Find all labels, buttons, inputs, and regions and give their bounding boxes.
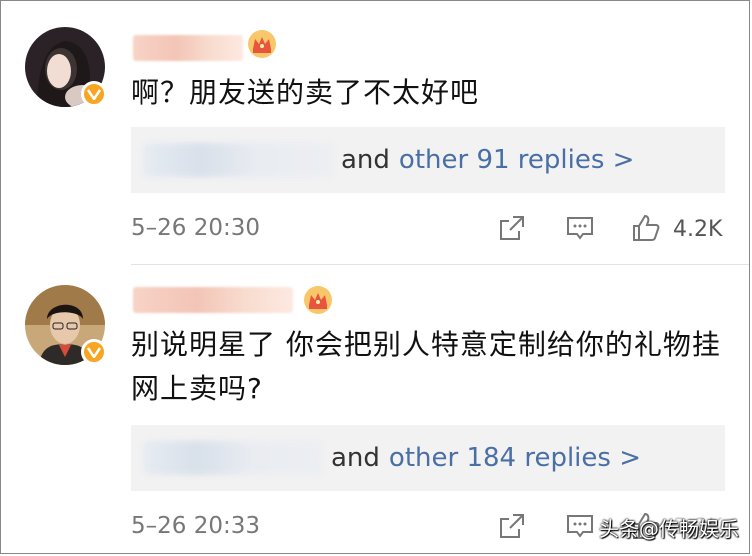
avatar[interactable] bbox=[25, 27, 107, 107]
comment-item: 别说明星了 你会把别人特意定制给你的礼物挂网上卖吗? and other 184… bbox=[1, 265, 749, 553]
comment-item: 啊？朋友送的卖了不太好吧 and other 91 replies > 5–26… bbox=[1, 1, 749, 265]
crown-icon bbox=[248, 30, 276, 58]
replies-preview[interactable]: and other 91 replies > bbox=[131, 127, 725, 193]
verified-badge-icon bbox=[81, 81, 107, 107]
like-count: 4.2K bbox=[673, 217, 723, 242]
watermark-text: 头条@传畅娱乐 bbox=[599, 517, 739, 541]
avatar[interactable] bbox=[25, 285, 107, 365]
reply-user-blurred bbox=[143, 441, 323, 475]
replies-preview[interactable]: and other 184 replies > bbox=[131, 425, 725, 491]
comment-feed: 啊？朋友送的卖了不太好吧 and other 91 replies > 5–26… bbox=[0, 0, 750, 554]
like-icon[interactable] bbox=[631, 213, 661, 243]
comment-icon[interactable] bbox=[565, 511, 595, 541]
share-icon[interactable] bbox=[497, 213, 527, 243]
verified-badge-icon bbox=[81, 339, 107, 365]
reply-user-blurred bbox=[143, 143, 333, 177]
crown-icon bbox=[304, 286, 332, 314]
view-replies-link[interactable]: other 91 replies > bbox=[399, 145, 635, 175]
comment-text: 啊？朋友送的卖了不太好吧 bbox=[131, 76, 480, 109]
username-blurred[interactable] bbox=[133, 35, 243, 61]
username-blurred[interactable] bbox=[133, 287, 293, 313]
timestamp: 5–26 20:30 bbox=[131, 215, 260, 241]
comment-icon[interactable] bbox=[565, 213, 595, 243]
view-replies-link[interactable]: other 184 replies > bbox=[389, 443, 641, 473]
replies-and-label: and bbox=[341, 145, 390, 175]
timestamp: 5–26 20:33 bbox=[131, 513, 260, 539]
share-icon[interactable] bbox=[497, 511, 527, 541]
replies-and-label: and bbox=[331, 443, 380, 473]
comment-text: 别说明星了 你会把别人特意定制给你的礼物挂网上卖吗? bbox=[131, 328, 721, 405]
